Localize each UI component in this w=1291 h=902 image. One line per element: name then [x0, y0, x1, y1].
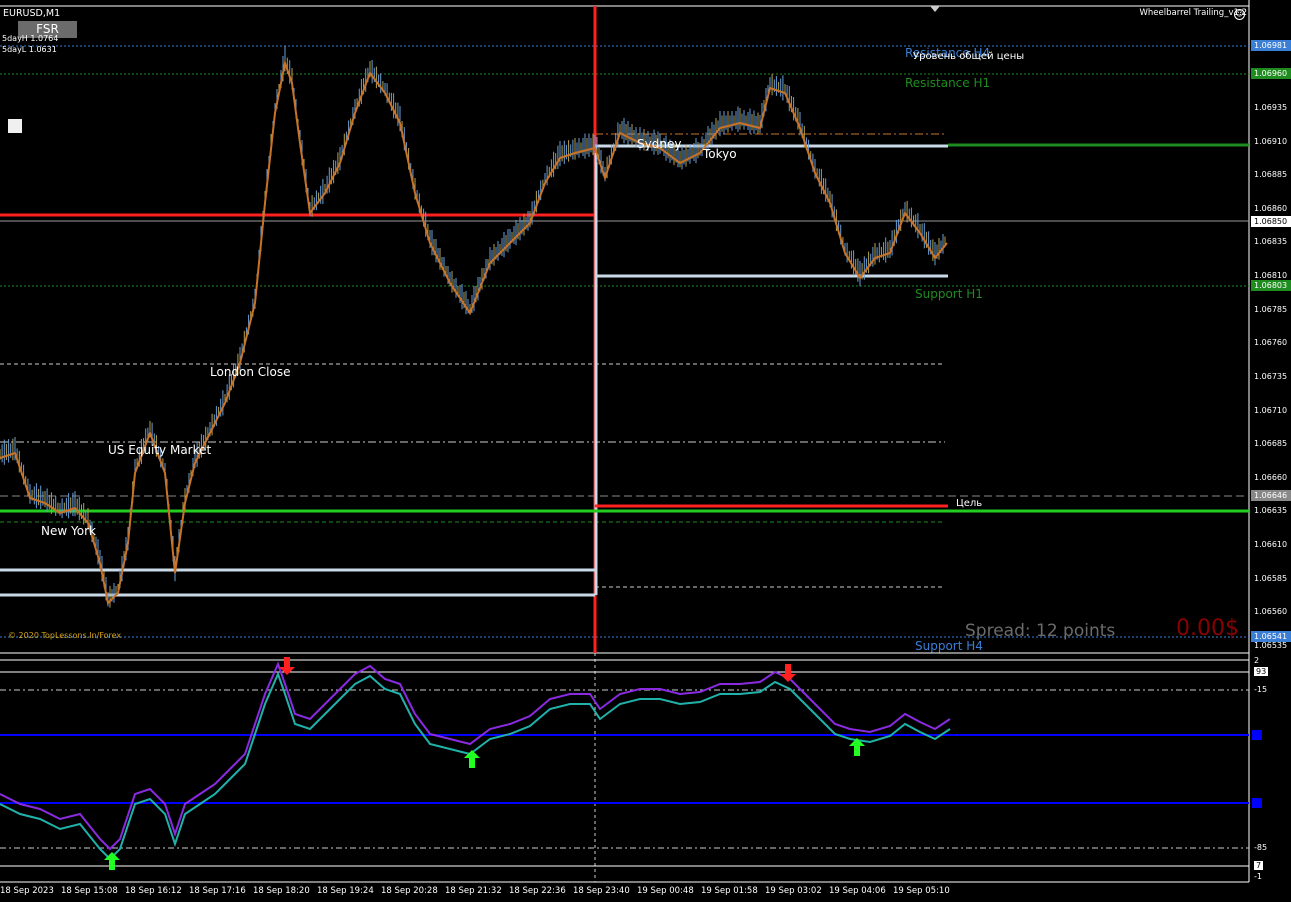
time-axis-label: 18 Sep 15:08 [61, 886, 118, 896]
new-york-label: New York [41, 524, 96, 538]
time-axis-label: 19 Sep 04:06 [829, 886, 886, 896]
current-price-tag: 1.06850 [1251, 216, 1291, 227]
chart-shift-marker[interactable] [930, 6, 940, 12]
price-axis-label: 1.06910 [1254, 136, 1288, 146]
target-label: Цель [956, 498, 983, 509]
ind-axis-label: 2 [1254, 656, 1260, 665]
ea-name[interactable]: Wheelbarrel Trailing_v1.2 [1140, 8, 1247, 18]
five-day-high: 5dayH 1.0764 [2, 34, 59, 43]
price-axis-label: 1.06685 [1254, 439, 1288, 449]
time-axis-label: 18 Sep 18:20 [253, 886, 310, 896]
signal-arrows [104, 657, 865, 870]
resistance-h4-tag: 1.06981 [1251, 40, 1291, 51]
price-axis-label: 1.06535 [1254, 641, 1288, 650]
ind-axis-label: 93 [1254, 667, 1269, 676]
symbol-title: EURUSD,M1 [3, 8, 61, 19]
time-axis-label: 19 Sep 05:10 [893, 886, 950, 896]
time-axis-label: 19 Sep 01:58 [701, 886, 758, 896]
chart-window[interactable]: EURUSD,M1 FSR 5dayH 1.0764 5dayL 1.0631 … [0, 0, 1291, 902]
time-axis-label: 18 Sep 19:24 [317, 886, 374, 896]
price-axis-label: 1.06785 [1254, 304, 1288, 314]
price-axis-label: 1.06935 [1254, 102, 1288, 112]
sell-arrow-icon [780, 664, 796, 682]
smiley-icon[interactable]: ☺ [1234, 9, 1245, 20]
time-axis-label: 18 Sep 16:12 [125, 886, 182, 896]
time-axis-label: 18 Sep 22:36 [509, 886, 566, 896]
indicator-blue-marker-upper [1252, 730, 1262, 740]
support-h4-tag: 1.06541 [1251, 631, 1291, 642]
time-axis-label: 18 Sep 23:40 [573, 886, 630, 896]
copyright-text: © 2020 TopLessons.In/Forex [8, 631, 122, 640]
support-h1-tag: 1.06803 [1251, 280, 1291, 291]
london-close-label: London Close [210, 365, 291, 379]
time-axis-label: 18 Sep 21:32 [445, 886, 502, 896]
ind-axis-label: -85 [1254, 843, 1268, 852]
price-axis-label: 1.06610 [1254, 540, 1288, 550]
panel-toggle-box[interactable] [8, 119, 22, 133]
price-axis-label: 1.06710 [1254, 405, 1288, 415]
support-h4-label: Support H4 [915, 639, 983, 653]
us-equity-market-label: US Equity Market [108, 443, 212, 457]
common-price-level-label: Уровень общей цены [913, 51, 1025, 62]
profit-text: 0.00$ [1176, 616, 1239, 641]
ind-axis-label: 7 [1254, 861, 1264, 870]
five-day-low: 5dayL 1.0631 [2, 45, 57, 54]
target-level-tag: 1.06646 [1251, 490, 1291, 501]
sydney-label: Sydney [637, 137, 682, 151]
time-axis-label: 19 Sep 03:02 [765, 886, 822, 896]
price-axis-label: 1.06585 [1254, 573, 1288, 583]
price-axis-label: 1.06885 [1254, 170, 1288, 180]
price-axis-label: 1.06835 [1254, 237, 1288, 247]
spread-text: Spread: 12 points [965, 621, 1116, 641]
resistance-h1-tag: 1.06960 [1251, 68, 1291, 79]
time-axis-label: 18 Sep 20:28 [381, 886, 438, 896]
price-candles [0, 46, 946, 608]
tokyo-label: Tokyo [703, 147, 737, 161]
time-axis-label: 18 Sep 2023 [0, 886, 54, 896]
resistance-h1-label: Resistance H1 [905, 76, 991, 90]
support-h1-label: Support H1 [915, 287, 983, 301]
ind-axis-label: -1 [1254, 872, 1262, 881]
price-axis-label: 1.06660 [1254, 472, 1288, 482]
price-axis-label: 1.06860 [1254, 203, 1288, 213]
price-axis-label: 1.06760 [1254, 338, 1288, 348]
ind-axis-label: -15 [1254, 685, 1268, 694]
indicator-blue-marker-lower [1252, 798, 1262, 808]
price-axis-label: 1.06560 [1254, 607, 1288, 617]
time-axis-label: 19 Sep 00:48 [637, 886, 694, 896]
price-axis-label: 1.06735 [1254, 371, 1288, 381]
time-axis-label: 18 Sep 17:16 [189, 886, 246, 896]
price-axis-label: 1.06810 [1254, 271, 1288, 281]
price-axis-label: 1.06635 [1254, 506, 1288, 516]
